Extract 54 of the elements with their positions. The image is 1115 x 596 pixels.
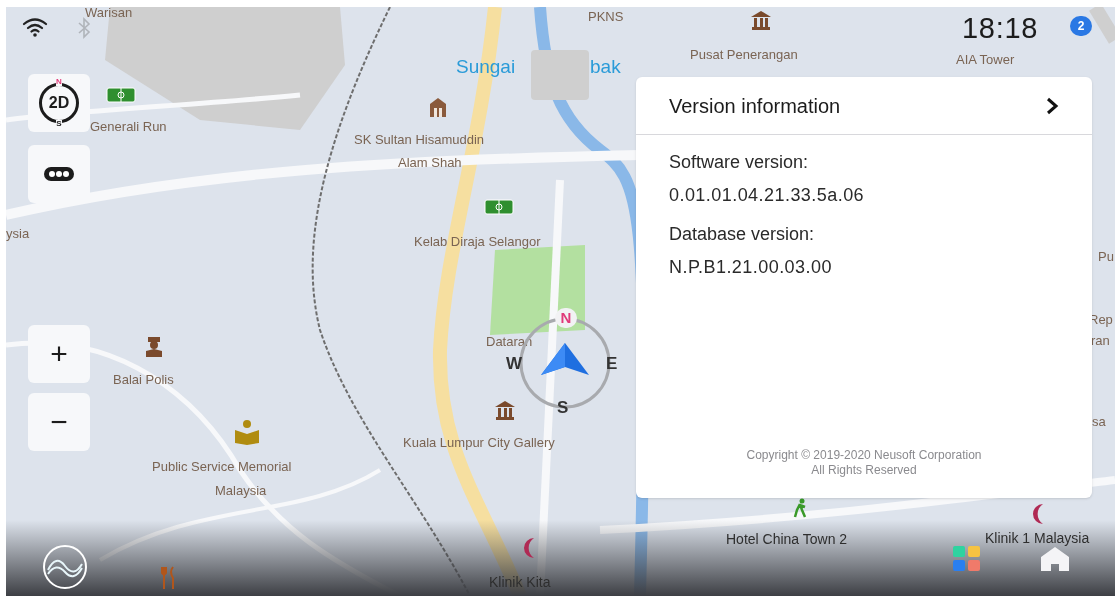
app-grid-icon	[953, 546, 981, 572]
map-place-label: Klinik Kita	[489, 573, 551, 592]
panel-title: Version information	[669, 93, 841, 119]
zoom-in-button[interactable]: +	[28, 325, 90, 383]
football-field-icon	[106, 87, 136, 103]
compass-west: W	[506, 353, 523, 375]
panel-header[interactable]: Version information	[636, 77, 1092, 135]
wifi-icon	[22, 17, 48, 37]
version-label: Database version:	[669, 223, 816, 246]
chevron-right-icon	[1045, 95, 1059, 116]
map-place-label: Pu	[1098, 248, 1114, 266]
map-place-label: Public Service Memorial	[152, 458, 292, 476]
map-place-label: ran	[1091, 332, 1110, 350]
map-place-label: SK Sultan Hisamuddin	[354, 131, 485, 149]
clock-time: 18:18	[962, 11, 1039, 46]
more-button[interactable]	[28, 145, 90, 203]
map-place-label: PKNS	[588, 8, 624, 26]
compass-south: S	[557, 397, 569, 419]
wave-logo-icon	[42, 544, 88, 590]
map-place-label: Klinik 1 Malaysia	[985, 529, 1090, 548]
more-icon	[44, 167, 74, 181]
map-place-label: Hotel China Town 2	[726, 530, 848, 549]
copyright-text: All Rights Reserved	[811, 463, 917, 478]
map-place-label: Pusat Penerangan	[690, 46, 798, 64]
map-place-label: Warisan	[85, 4, 133, 22]
map-label-block	[531, 50, 589, 100]
navigation-arrow-icon	[541, 343, 589, 375]
map-place-label: Kuala Lumpur City Gallery	[403, 434, 555, 452]
map-place-label: AIA Tower	[956, 51, 1015, 69]
version-value: 0.01.01.04.21.33.5a.06	[669, 184, 866, 207]
book-icon	[233, 419, 261, 445]
map-place-label: Alam Shah	[398, 154, 462, 172]
bluetooth-icon	[77, 17, 91, 39]
map-place-label: ysia	[6, 225, 30, 243]
home-icon[interactable]	[1040, 546, 1070, 572]
version-value: N.P.B1.21.00.03.00	[669, 256, 833, 279]
compass-east: E	[606, 353, 618, 375]
zoom-out-button[interactable]: −	[28, 393, 90, 451]
map-place-label: bak	[590, 55, 621, 79]
map-place-label: sa	[1092, 413, 1106, 431]
copyright-text: Copyright © 2019-2020 Neusoft Corporation	[746, 448, 982, 463]
version-label: Software version:	[669, 151, 810, 174]
museum-icon	[494, 399, 516, 421]
view-mode-button[interactable]: N 2D S	[28, 74, 90, 132]
walking-person-icon	[792, 498, 808, 518]
map-place-label: Balai Polis	[113, 371, 174, 389]
map-place-label: Malaysia	[215, 482, 267, 500]
football-field-icon	[484, 199, 514, 215]
map-place-label: Kelab Diraja Selangor	[414, 233, 541, 251]
museum-icon	[750, 9, 772, 31]
map-place-label: Generali Run	[90, 118, 167, 136]
building-icon	[427, 96, 449, 118]
fork-knife-icon	[161, 566, 177, 590]
map-place-label: Sungai	[456, 55, 516, 79]
